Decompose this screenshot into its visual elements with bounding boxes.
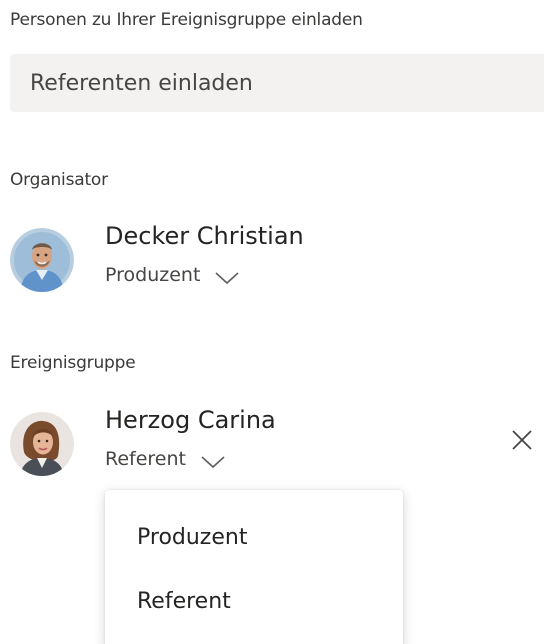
chevron-down-icon [214,268,240,285]
member-role-select[interactable]: Referent [105,448,226,470]
organizer-section-label: Organisator [10,170,108,190]
remove-member-button[interactable] [510,428,534,452]
role-dropdown-menu: Produzent Referent [105,490,403,644]
event-group-section-label: Ereignisgruppe [10,353,136,373]
organizer-role-select[interactable]: Produzent [105,264,240,286]
role-option-referent[interactable]: Referent [105,572,403,632]
role-option-produzent[interactable]: Produzent [105,508,403,568]
organizer-row: Decker Christian Produzent [10,222,544,308]
chevron-down-icon [200,452,226,469]
close-icon [512,430,532,450]
event-group-panel: Personen zu Ihrer Ereignisgruppe einlade… [0,0,544,644]
organizer-role-label: Produzent [105,264,201,286]
invite-input[interactable] [10,54,544,112]
invite-label: Personen zu Ihrer Ereignisgruppe einlade… [10,10,363,30]
event-group-member-row: Herzog Carina Referent [10,406,544,492]
member-name: Herzog Carina [105,406,276,434]
organizer-avatar [10,228,74,292]
member-role-label: Referent [105,448,186,470]
member-avatar [10,412,74,476]
organizer-name: Decker Christian [105,222,304,250]
